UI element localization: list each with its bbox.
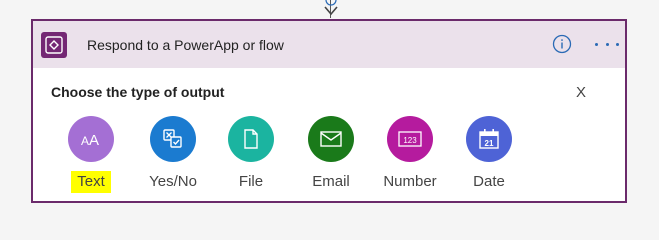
powerapps-icon (41, 31, 67, 58)
text-icon: A A (68, 116, 114, 162)
info-icon[interactable] (552, 34, 572, 54)
option-label-yes-no: Yes/No (149, 173, 197, 190)
output-option-text[interactable]: A A Text (51, 116, 131, 193)
card-body: Choose the type of output X A A Text Yes… (33, 68, 625, 203)
option-label-email: Email (312, 173, 350, 190)
more-options-icon[interactable] (595, 34, 619, 54)
output-option-email[interactable]: Email (291, 116, 371, 193)
svg-text:123: 123 (403, 136, 417, 145)
down-arrow-icon (324, 0, 338, 16)
number-icon: 123 (387, 116, 433, 162)
card-header[interactable]: Respond to a PowerApp or flow (33, 21, 625, 68)
email-icon (308, 116, 354, 162)
svg-text:A: A (89, 132, 99, 149)
output-option-file[interactable]: File (211, 116, 291, 193)
option-label-number: Number (383, 173, 437, 190)
close-button[interactable]: X (576, 84, 586, 101)
option-label-file: File (238, 173, 264, 190)
output-option-date[interactable]: 21 Date (449, 116, 529, 193)
respond-action-card: Respond to a PowerApp or flow Choose the… (31, 19, 627, 203)
yes-no-icon (150, 116, 196, 162)
card-title: Respond to a PowerApp or flow (87, 36, 284, 53)
output-option-yes-no[interactable]: Yes/No (133, 116, 213, 193)
option-label-date: Date (473, 173, 505, 190)
date-icon: 21 (466, 116, 512, 162)
svg-text:A: A (81, 134, 89, 148)
svg-text:21: 21 (485, 139, 494, 148)
output-option-number[interactable]: 123 Number (370, 116, 450, 193)
option-label-text: Text (71, 171, 111, 193)
file-icon (228, 116, 274, 162)
output-type-heading: Choose the type of output (51, 84, 225, 100)
